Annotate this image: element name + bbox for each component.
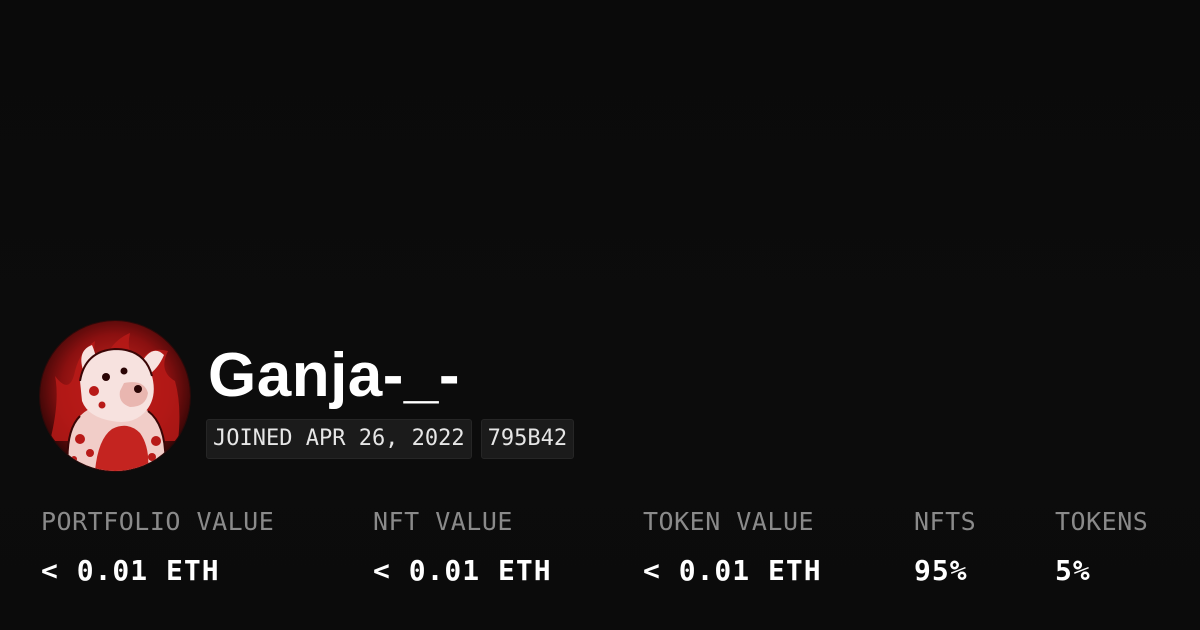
stat-label: NFT VALUE	[373, 507, 513, 536]
stat-label: TOKENS	[1055, 507, 1149, 536]
stat-label: TOKEN VALUE	[643, 507, 815, 536]
stat-nfts-share: NFTS 95%	[914, 505, 976, 588]
stat-token-value: TOKEN VALUE < 0.01 ETH	[643, 505, 822, 588]
address-badge[interactable]: 795B42	[480, 419, 575, 459]
username: Ganja-_-	[208, 341, 461, 410]
stat-value: < 0.01 ETH	[373, 554, 552, 587]
stat-value: < 0.01 ETH	[643, 554, 822, 587]
stat-portfolio-value: PORTFOLIO VALUE < 0.01 ETH	[41, 505, 274, 588]
profile-badges: JOINED APR 26, 2022 795B42	[206, 419, 575, 459]
avatar[interactable]	[40, 321, 190, 471]
stat-value: 95%	[914, 554, 968, 587]
stat-value: < 0.01 ETH	[41, 554, 220, 587]
stat-label: NFTS	[914, 507, 977, 536]
joined-date-badge: JOINED APR 26, 2022	[206, 419, 472, 459]
stat-value: 5%	[1055, 554, 1091, 587]
avatar-image	[40, 321, 190, 471]
stat-label: PORTFOLIO VALUE	[41, 507, 275, 536]
profile-card: Ganja-_- JOINED APR 26, 2022 795B42 PORT…	[0, 0, 1200, 630]
stat-nft-value: NFT VALUE < 0.01 ETH	[373, 505, 552, 588]
stat-tokens-share: TOKENS 5%	[1055, 505, 1148, 588]
